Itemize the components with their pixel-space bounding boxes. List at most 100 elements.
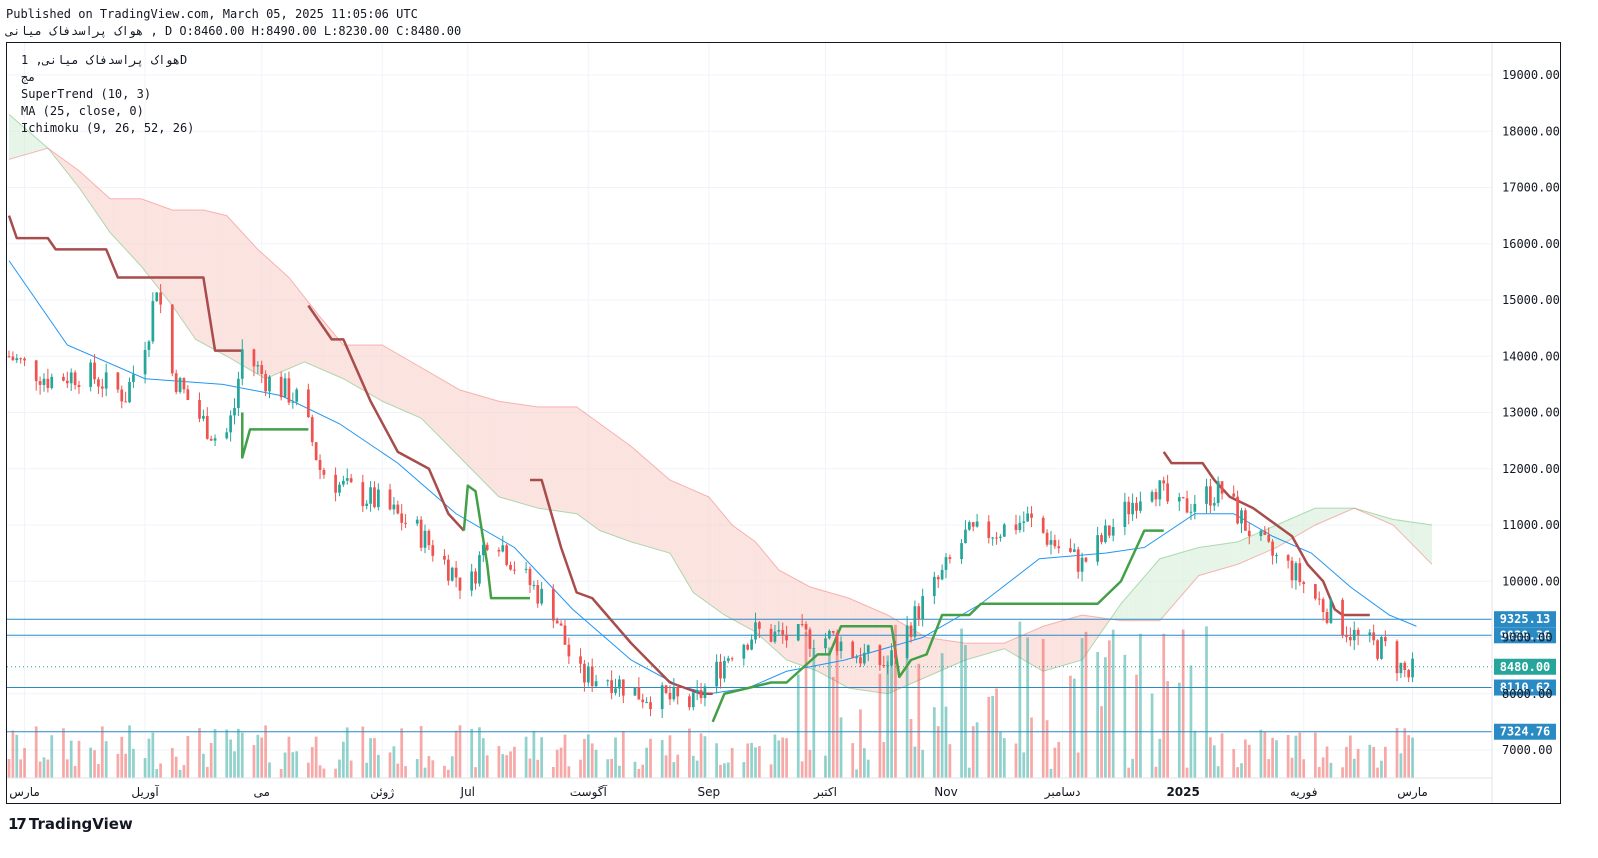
cloud-segment bbox=[724, 515, 729, 618]
candle-body bbox=[1267, 534, 1271, 542]
cloud-segment bbox=[1175, 553, 1180, 603]
candle-body bbox=[1247, 530, 1251, 537]
volume-bar bbox=[851, 743, 855, 778]
candle-body bbox=[536, 585, 540, 604]
cloud-segment bbox=[615, 435, 620, 538]
candle-body bbox=[396, 504, 400, 514]
volume-bar bbox=[423, 767, 427, 778]
legend-ma[interactable]: MA (25, close, 0) bbox=[21, 104, 144, 118]
candle-body bbox=[633, 687, 637, 696]
candle-body bbox=[1403, 662, 1407, 671]
volume-bar bbox=[42, 757, 46, 778]
cloud-segment bbox=[786, 574, 791, 662]
volume-bar bbox=[862, 748, 866, 778]
cloud-segment bbox=[634, 449, 639, 545]
volume-bar bbox=[458, 725, 462, 778]
candle-body bbox=[1127, 501, 1131, 515]
cloud-segment bbox=[1012, 638, 1016, 656]
volume-bar bbox=[1383, 746, 1387, 778]
cloud-segment bbox=[452, 385, 457, 454]
candle-body bbox=[835, 632, 839, 652]
tradingview-logo[interactable]: 𝟭𝟳 TradingView bbox=[8, 815, 133, 833]
cloud-segment bbox=[561, 406, 565, 513]
legend-ichimoku[interactable]: Ichimoku (9, 26, 52, 26) bbox=[21, 121, 194, 135]
cloud-segment bbox=[666, 476, 670, 554]
candle-body bbox=[1376, 640, 1379, 659]
y-tick-label: 11000.00 bbox=[1502, 518, 1560, 532]
chart-panel[interactable]: 9325.13 9039.36 8110.62 7324.76 8480.00 1900… bbox=[6, 42, 1561, 804]
cloud-segment bbox=[860, 603, 865, 691]
candle-body bbox=[450, 567, 454, 581]
cloud-segment bbox=[265, 256, 270, 379]
candle-body bbox=[645, 702, 648, 704]
candle-body bbox=[225, 432, 229, 439]
volume-bar bbox=[1158, 738, 1162, 778]
candle-body bbox=[513, 569, 516, 571]
cloud-segment bbox=[222, 214, 227, 357]
legend-symbol[interactable]: هواک پراسدفاک میانی, 1D bbox=[21, 53, 187, 67]
cloud-segment bbox=[922, 635, 927, 679]
volume-bar bbox=[287, 736, 291, 778]
volume-bar bbox=[781, 737, 785, 778]
volume-bar bbox=[668, 735, 672, 778]
x-tick-label: Sep bbox=[698, 785, 721, 799]
volume-bar bbox=[1317, 766, 1321, 778]
cloud-segment bbox=[374, 345, 379, 399]
candle-body bbox=[913, 606, 917, 637]
volume-bar bbox=[1240, 763, 1243, 778]
x-tick-label: مارس bbox=[1397, 785, 1428, 800]
candle-body bbox=[1041, 517, 1045, 533]
candle-body bbox=[719, 661, 722, 679]
cloud-segment bbox=[1253, 533, 1258, 558]
cloud-segment bbox=[1420, 523, 1425, 557]
price-chart[interactable]: 9325.139039.368110.627324.768480.00 1900… bbox=[7, 43, 1560, 803]
volume-bar bbox=[147, 738, 151, 778]
volume-bar bbox=[618, 765, 621, 778]
candle-body bbox=[730, 658, 734, 660]
candle-body bbox=[723, 660, 726, 679]
cloud-segment bbox=[623, 440, 628, 541]
volume-bar bbox=[796, 674, 800, 778]
volume-bar bbox=[586, 734, 590, 778]
cloud-segment bbox=[1303, 511, 1308, 532]
cloud-segment bbox=[277, 266, 282, 374]
candle-body bbox=[808, 629, 812, 649]
cloud-segment bbox=[366, 345, 371, 395]
cloud-segment bbox=[1229, 542, 1234, 567]
cloud-segment bbox=[436, 376, 441, 438]
volume-bar bbox=[120, 736, 124, 778]
cloud-segment bbox=[1140, 576, 1145, 621]
cloud-segment bbox=[172, 210, 177, 312]
volume-bar bbox=[1018, 621, 1022, 778]
cloud-segment bbox=[444, 381, 449, 446]
legend-supertrend[interactable]: SuperTrend (10, 3) bbox=[21, 87, 151, 101]
candle-body bbox=[528, 568, 532, 586]
volume-bar bbox=[824, 755, 827, 778]
cloud-segment bbox=[592, 418, 597, 528]
candle-body bbox=[310, 417, 314, 443]
volume-bar bbox=[773, 734, 777, 778]
volume-bar bbox=[233, 751, 236, 778]
cloud-segment bbox=[1163, 556, 1168, 617]
cloud-segment bbox=[1416, 522, 1421, 553]
cloud-segment bbox=[689, 488, 694, 593]
x-tick-label: Nov bbox=[934, 785, 957, 799]
volume-bar bbox=[995, 688, 998, 778]
x-tick-label: آوریل bbox=[131, 784, 159, 800]
candle-body bbox=[268, 376, 271, 392]
volume-bar bbox=[746, 743, 750, 778]
candle-body bbox=[345, 478, 349, 481]
cloud-segment bbox=[1280, 521, 1285, 546]
cloud-segment bbox=[471, 393, 476, 474]
candle-body bbox=[1329, 599, 1333, 623]
candle-body bbox=[1216, 481, 1220, 504]
volume-bar bbox=[1166, 681, 1169, 778]
cloud-segment bbox=[988, 643, 993, 654]
volume-bar bbox=[159, 763, 162, 778]
cloud-segment bbox=[152, 202, 157, 286]
candle-body bbox=[948, 557, 952, 560]
volume-bar bbox=[758, 746, 761, 778]
candle-body bbox=[878, 645, 882, 666]
cloud-segment bbox=[669, 480, 674, 560]
candle-body bbox=[1399, 662, 1403, 674]
